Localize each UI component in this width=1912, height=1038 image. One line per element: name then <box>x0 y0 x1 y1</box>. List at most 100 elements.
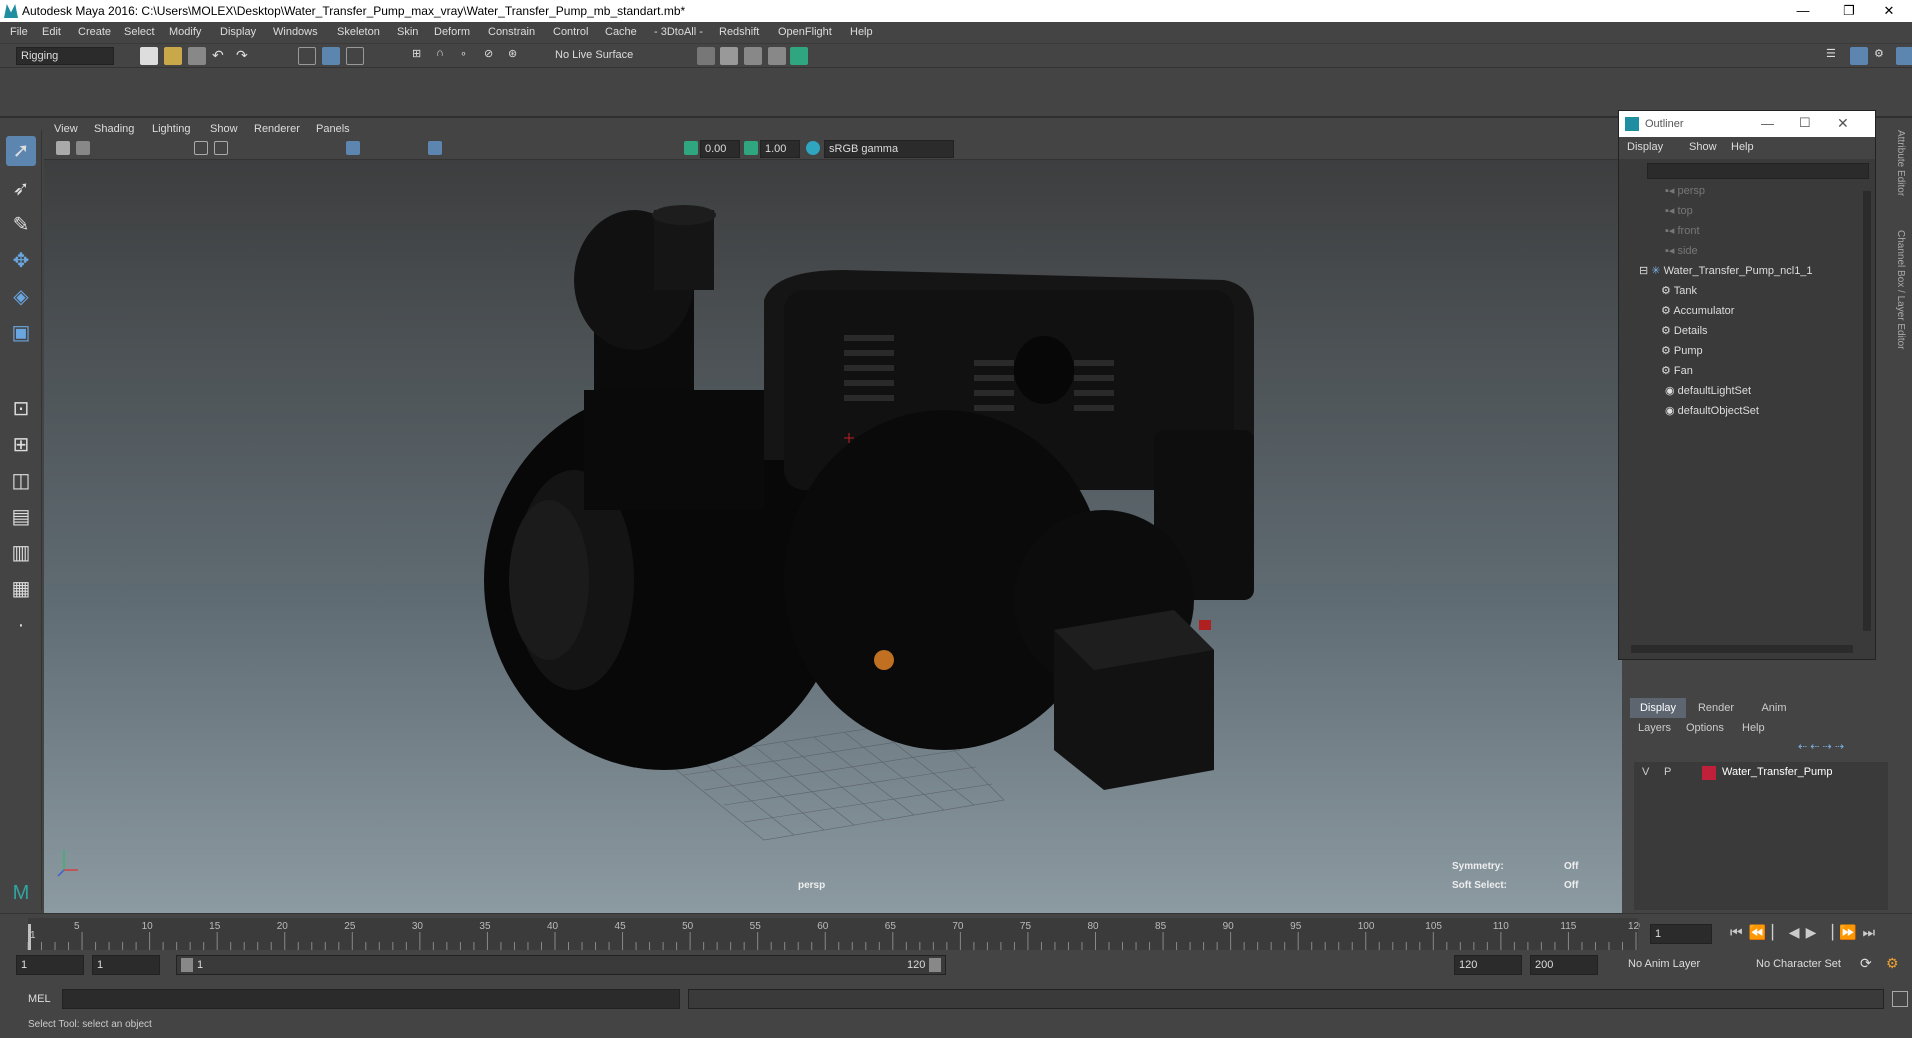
menu-create[interactable]: Create <box>78 26 111 38</box>
exposure-icon[interactable] <box>684 141 698 155</box>
render-settings-icon[interactable] <box>768 47 786 65</box>
ipr-render-icon[interactable] <box>744 47 762 65</box>
gamma-icon[interactable] <box>744 141 758 155</box>
start-frame-field[interactable]: 1 <box>16 955 84 975</box>
layer-name[interactable]: Water_Transfer_Pump <box>1722 766 1832 778</box>
pump-3d-model[interactable] <box>44 160 1622 913</box>
menu-deform[interactable]: Deform <box>434 26 470 38</box>
current-frame-field[interactable]: 1 <box>1650 924 1712 944</box>
range-start-handle[interactable] <box>181 958 193 972</box>
outliner-item[interactable]: ▪◂ side <box>1665 241 1698 261</box>
outliner-item[interactable]: ⚙ Fan <box>1661 361 1693 381</box>
lasso-tool-icon[interactable]: ➶ <box>6 174 36 204</box>
exposure-field[interactable]: 0.00 <box>700 140 740 158</box>
collapse-icon[interactable]: ⊟ <box>1639 265 1651 277</box>
single-view-icon[interactable]: ⊡ <box>6 394 36 424</box>
script-editor-icon[interactable] <box>1892 991 1908 1007</box>
menu-select[interactable]: Select <box>124 26 155 38</box>
outliner-menu-display[interactable]: Display <box>1627 141 1663 153</box>
menu-file[interactable]: File <box>10 26 28 38</box>
camera-attr-icon[interactable] <box>76 141 90 155</box>
outliner-close-button[interactable]: ✕ <box>1837 115 1849 132</box>
tab-display[interactable]: Display <box>1630 698 1686 718</box>
select-object-icon[interactable] <box>322 47 340 65</box>
layers-menu-help[interactable]: Help <box>1742 722 1765 734</box>
new-scene-icon[interactable] <box>140 47 158 65</box>
color-management-icon[interactable] <box>806 141 820 155</box>
tab-render[interactable]: Render <box>1688 698 1744 718</box>
smooth-shade-icon[interactable] <box>346 141 360 155</box>
playback-controls[interactable]: ⏮⏪▏◀▶▕⏩⏭ <box>1730 924 1881 941</box>
live-surface-label[interactable]: No Live Surface <box>555 49 633 61</box>
menu-control[interactable]: Control <box>553 26 588 38</box>
outliner-item[interactable]: ⊟ ✳ Water_Transfer_Pump_ncl1_1 <box>1639 261 1813 281</box>
menu-skeleton[interactable]: Skeleton <box>337 26 380 38</box>
layers-menu-layers[interactable]: Layers <box>1638 722 1671 734</box>
outliner-minimize-button[interactable]: — <box>1761 116 1774 131</box>
xray-icon[interactable] <box>428 141 442 155</box>
snap-curve-icon[interactable]: ∩ <box>436 47 454 65</box>
snap-grid-icon[interactable]: ⊞ <box>412 47 430 65</box>
vp-menu-shading[interactable]: Shading <box>94 123 134 135</box>
attribute-editor-tab[interactable]: Attribute Editor <box>1895 130 1906 196</box>
menu-edit[interactable]: Edit <box>42 26 61 38</box>
minimize-button[interactable]: — <box>1780 0 1826 22</box>
tool-settings-icon[interactable]: ⚙ <box>1874 47 1892 65</box>
layer-playback-toggle[interactable]: P <box>1664 766 1671 778</box>
menu-3dtoall[interactable]: - 3DtoAll - <box>654 26 703 38</box>
undo-icon[interactable]: ↶ <box>212 47 230 65</box>
outliner-item[interactable]: ⚙ Details <box>1661 321 1708 341</box>
character-set-dropdown[interactable]: No Character Set <box>1756 958 1841 970</box>
channel-box-tab[interactable]: Channel Box / Layer Editor <box>1895 230 1906 350</box>
vp-menu-panels[interactable]: Panels <box>316 123 350 135</box>
vp-menu-lighting[interactable]: Lighting <box>152 123 191 135</box>
mel-label[interactable]: MEL <box>28 993 51 1005</box>
outliner-item[interactable]: ⚙ Pump <box>1661 341 1703 361</box>
hypergraph-layout-icon[interactable]: ▦ <box>6 574 36 604</box>
scale-tool-icon[interactable]: ▣ <box>6 318 36 348</box>
menu-set-dropdown[interactable]: Rigging <box>16 47 114 65</box>
gamma-field[interactable]: 1.00 <box>760 140 800 158</box>
snap-point-icon[interactable]: ∘ <box>460 47 478 65</box>
render-frame-icon[interactable] <box>720 47 738 65</box>
menu-skin[interactable]: Skin <box>397 26 418 38</box>
layer-visibility-toggle[interactable]: V <box>1642 766 1649 778</box>
channel-box-toggle-icon[interactable] <box>1896 47 1912 65</box>
vp-menu-view[interactable]: View <box>54 123 78 135</box>
menu-help[interactable]: Help <box>850 26 873 38</box>
hypershade-icon[interactable] <box>790 47 808 65</box>
snap-view-icon[interactable]: ⊘ <box>484 47 502 65</box>
menu-display[interactable]: Display <box>220 26 256 38</box>
open-scene-icon[interactable] <box>164 47 182 65</box>
save-scene-icon[interactable] <box>188 47 206 65</box>
auto-key-icon[interactable]: ⟳ <box>1860 955 1872 972</box>
render-view-icon[interactable] <box>697 47 715 65</box>
playback-end-field[interactable]: 120 <box>1454 955 1522 975</box>
rotate-tool-icon[interactable]: ◈ <box>6 282 36 312</box>
menu-openflight[interactable]: OpenFlight <box>778 26 832 38</box>
outliner-item[interactable]: ▪◂ persp <box>1665 181 1705 201</box>
menu-windows[interactable]: Windows <box>273 26 318 38</box>
time-slider[interactable]: 5 10 15 20 25 30 35 40 45 50 55 60 65 70 75 80 85 90 95 100… <box>0 913 1912 953</box>
select-hierarchy-icon[interactable] <box>298 47 316 65</box>
range-end-handle[interactable] <box>929 958 941 972</box>
end-frame-field[interactable]: 200 <box>1530 955 1598 975</box>
anim-layer-dropdown[interactable]: No Anim Layer <box>1628 958 1700 970</box>
outliner-maximize-button[interactable]: ☐ <box>1799 115 1811 131</box>
two-view-icon[interactable]: ◫ <box>6 466 36 496</box>
outliner-menu-show[interactable]: Show <box>1689 141 1717 153</box>
layers-menu-options[interactable]: Options <box>1686 722 1724 734</box>
layout-options-icon[interactable]: · <box>6 610 36 640</box>
playback-start-field[interactable]: 1 <box>92 955 160 975</box>
graph-layout-icon[interactable]: ▥ <box>6 538 36 568</box>
anim-prefs-icon[interactable]: ⚙ <box>1886 955 1899 972</box>
select-component-icon[interactable] <box>346 47 364 65</box>
menu-constrain[interactable]: Constrain <box>488 26 535 38</box>
move-tool-icon[interactable]: ✥ <box>6 246 36 276</box>
four-view-icon[interactable]: ⊞ <box>6 430 36 460</box>
paint-select-icon[interactable]: ✎ <box>6 210 36 240</box>
menu-modify[interactable]: Modify <box>169 26 201 38</box>
outliner-item[interactable]: ◉ defaultLightSet <box>1665 381 1751 401</box>
film-gate-icon[interactable] <box>214 141 228 155</box>
outliner-item[interactable]: ▪◂ top <box>1665 201 1693 221</box>
